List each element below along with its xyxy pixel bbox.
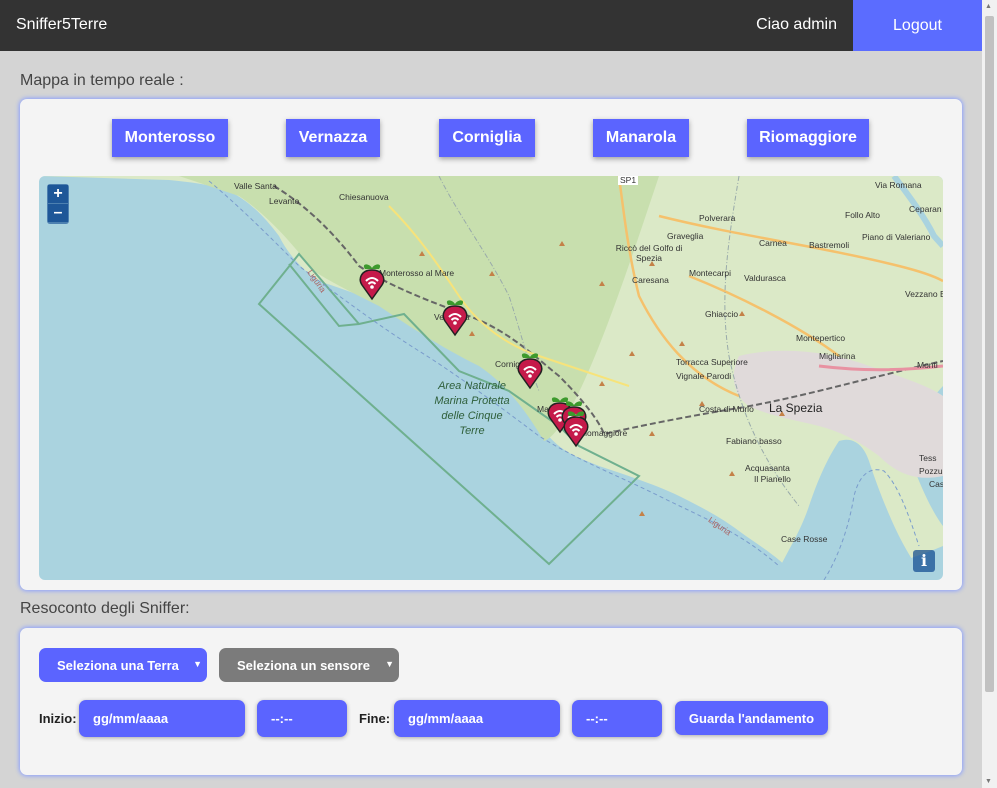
map-card: Monterosso Vernazza Corniglia Manarola R… [20, 99, 962, 590]
map-label-via-romana: Via Romana [875, 180, 922, 190]
map-label-ghiaccio: Ghiaccio [705, 309, 739, 319]
map-label-montepertico: Montepertico [796, 333, 846, 343]
map-zoom-control: + – [47, 184, 69, 224]
map-label-ceparana: Ceparan [909, 204, 942, 214]
map-label-monti: Monti [917, 360, 938, 370]
logout-button[interactable]: Logout [853, 0, 982, 51]
scrollbar-thumb[interactable] [985, 16, 994, 692]
town-button-corniglia[interactable]: Corniglia [439, 119, 535, 157]
user-greeting: Ciao admin [756, 16, 837, 33]
map-label-carnea: Carnea [759, 238, 787, 248]
start-time-input[interactable]: --:-- [257, 700, 347, 737]
page-scrollbar[interactable]: ▲ ▼ [982, 0, 997, 788]
map-label-la-spezia: La Spezia [769, 401, 823, 415]
sensor-select-arrow-icon: ▼ [385, 659, 394, 669]
sensor-select[interactable]: Seleziona un sensore ▼ [219, 648, 399, 682]
end-label: Fine: [359, 711, 391, 726]
map-section-title: Mappa in tempo reale : [20, 72, 184, 89]
zoom-in-button[interactable]: + [48, 185, 68, 203]
map-label-caresana: Caresana [632, 275, 669, 285]
map-label-chiesanuova: Chiesanuova [339, 192, 389, 202]
start-label: Inizio: [39, 711, 77, 726]
sensor-marker-riomaggiore[interactable] [561, 408, 591, 448]
map-label-fabiano: Fabiano basso [726, 436, 782, 446]
map-label-marine-area: Area Naturale Marina Protetta delle Cinq… [434, 380, 510, 437]
terra-select-value: Seleziona una Terra [57, 657, 179, 673]
map-label-cas: Cas [929, 479, 943, 489]
town-button-vernazza[interactable]: Vernazza [286, 119, 380, 157]
map-label-pianello: Il Pianello [754, 474, 791, 484]
map-label-vignale: Vignale Parodi [676, 371, 732, 381]
sensor-select-value: Seleziona un sensore [237, 657, 370, 673]
town-button-manarola[interactable]: Manarola [593, 119, 689, 157]
town-button-monterosso[interactable]: Monterosso [112, 119, 228, 157]
scroll-up-icon[interactable]: ▲ [985, 3, 992, 10]
map-label-ricco: Riccò del Golfo di Spezia [615, 243, 683, 263]
brand-title[interactable]: Sniffer5Terre [16, 16, 107, 34]
end-date-input[interactable]: gg/mm/aaaa [394, 700, 560, 737]
start-date-input[interactable]: gg/mm/aaaa [79, 700, 245, 737]
map-label-levanto: Levanto [269, 196, 300, 206]
realtime-map[interactable]: Valle Santa Levanto Chiesanuova Monteros… [39, 176, 943, 580]
view-trend-button[interactable]: Guarda l'andamento [675, 701, 828, 735]
map-label-tess: Tess [919, 453, 937, 463]
map-label-sp1: SP1 [618, 176, 639, 185]
map-label-follo-alto: Follo Alto [845, 210, 880, 220]
map-label-costa-murlo: Costa di Murlo [699, 404, 754, 414]
sensor-marker-vernazza[interactable] [440, 297, 470, 337]
map-label-vezzano-basso: Vezzano Basso [905, 289, 943, 299]
map-label-valdurasca: Valdurasca [744, 273, 786, 283]
map-label-bastremoli: Bastremoli [809, 240, 850, 250]
map-label-acquasanta: Acquasanta [745, 463, 790, 473]
map-label-migliarina: Migliarina [819, 351, 856, 361]
map-label-graveglia: Graveglia [667, 231, 704, 241]
end-time-input[interactable]: --:-- [572, 700, 662, 737]
map-label-polverara: Polverara [699, 213, 736, 223]
terra-select[interactable]: Seleziona una Terra ▼ [39, 648, 207, 682]
map-label-montecarpi: Montecarpi [689, 268, 732, 278]
map-label-valle-santa: Valle Santa [234, 181, 277, 191]
sensor-marker-corniglia[interactable] [515, 350, 545, 390]
map-label-torracca: Torracca Superiore [676, 357, 748, 367]
scroll-down-icon[interactable]: ▼ [985, 778, 992, 785]
map-label-piano-valeriano: Piano di Valeriano [862, 232, 931, 242]
navbar: Sniffer5Terre Ciao admin Logout [0, 0, 982, 51]
map-tiles [39, 176, 943, 580]
terra-select-arrow-icon: ▼ [193, 659, 202, 669]
map-label-case-rosse: Case Rosse [781, 534, 828, 544]
map-label-pozzu: Pozzu [919, 466, 943, 476]
zoom-out-button[interactable]: – [48, 204, 68, 222]
sensor-marker-monterosso[interactable] [357, 261, 387, 301]
report-section-title: Resoconto degli Sniffer: [20, 600, 190, 617]
map-label-monterosso: Monterosso al Mare [379, 268, 455, 278]
map-info-button[interactable]: i [913, 550, 935, 572]
report-card: Seleziona una Terra ▼ Seleziona un senso… [20, 628, 962, 775]
town-button-riomaggiore[interactable]: Riomaggiore [747, 119, 869, 157]
